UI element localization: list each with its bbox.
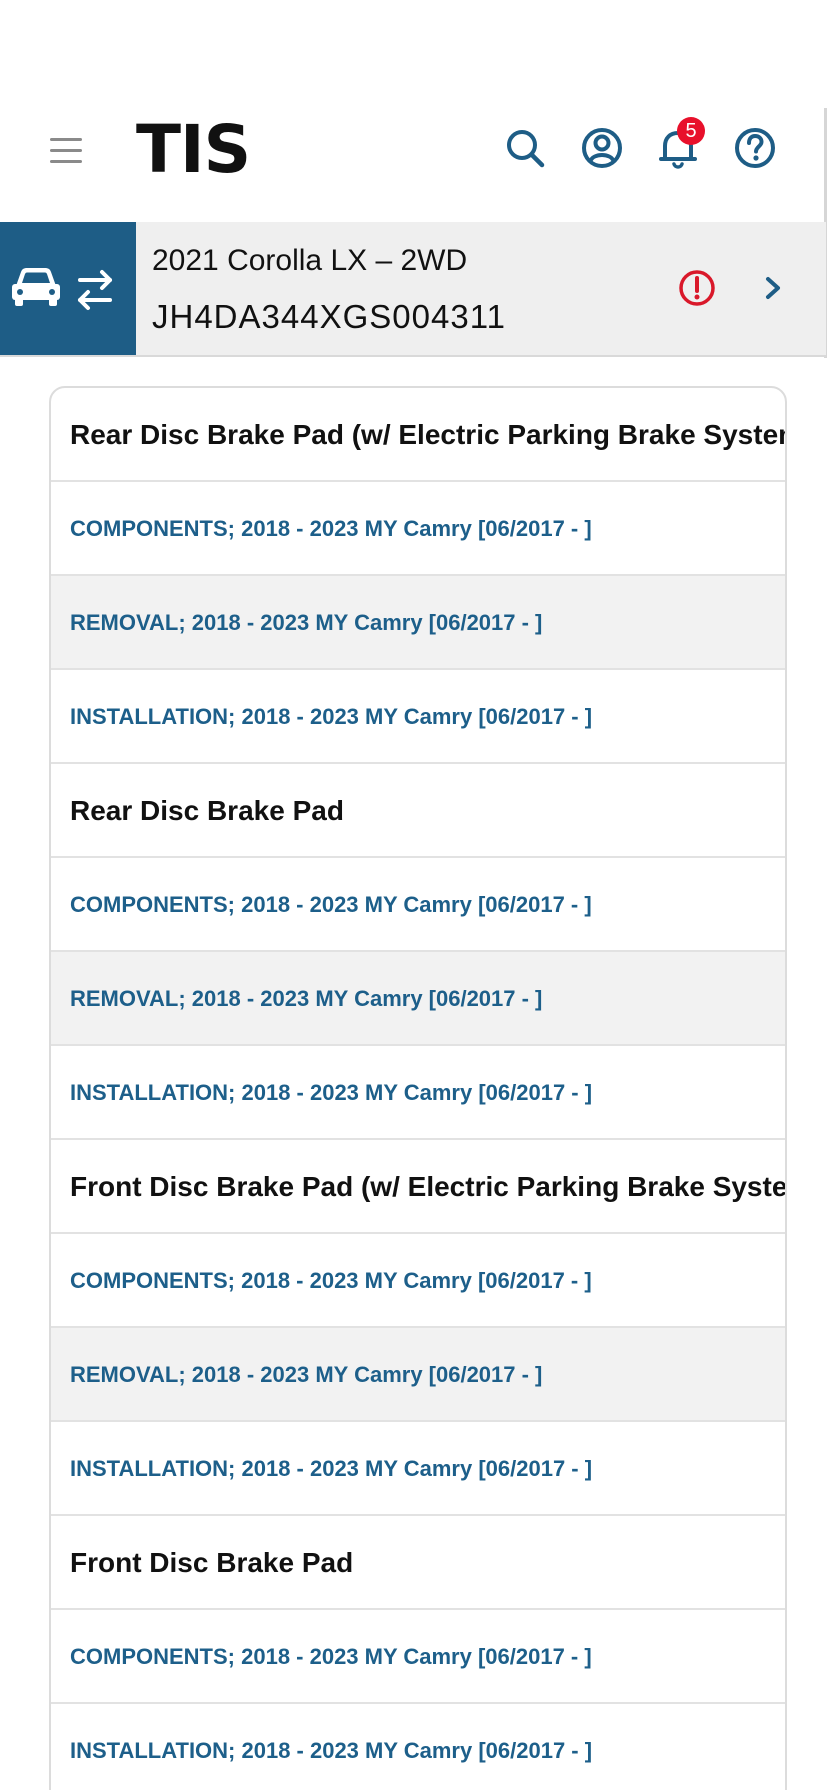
procedure-link[interactable]: INSTALLATION; 2018 - 2023 MY Camry [06/2… bbox=[51, 1422, 785, 1516]
procedure-link[interactable]: INSTALLATION; 2018 - 2023 MY Camry [06/2… bbox=[51, 1704, 785, 1790]
app-logo: TIS bbox=[136, 111, 251, 188]
notification-count-badge: 5 bbox=[677, 117, 705, 145]
vehicle-vin: JH4DA344XGS004311 bbox=[152, 298, 506, 335]
alert-icon[interactable] bbox=[678, 269, 716, 307]
section-heading: Rear Disc Brake Pad (w/ Electric Parking… bbox=[51, 388, 785, 482]
section-heading: Rear Disc Brake Pad bbox=[51, 764, 785, 858]
hamburger-menu-icon[interactable] bbox=[50, 138, 82, 164]
procedure-link[interactable]: COMPONENTS; 2018 - 2023 MY Camry [06/201… bbox=[51, 1234, 785, 1328]
vehicle-switch-button[interactable] bbox=[0, 222, 136, 355]
section-heading: Front Disc Brake Pad bbox=[51, 1516, 785, 1610]
procedure-link[interactable]: COMPONENTS; 2018 - 2023 MY Camry [06/201… bbox=[51, 858, 785, 952]
help-icon[interactable] bbox=[733, 126, 777, 170]
procedure-link[interactable]: COMPONENTS; 2018 - 2023 MY Camry [06/201… bbox=[51, 1610, 785, 1704]
procedure-link[interactable]: REMOVAL; 2018 - 2023 MY Camry [06/2017 -… bbox=[51, 1328, 785, 1422]
chevron-right-icon[interactable] bbox=[761, 274, 785, 302]
procedure-link[interactable]: REMOVAL; 2018 - 2023 MY Camry [06/2017 -… bbox=[51, 576, 785, 670]
top-navigation-bar bbox=[0, 100, 826, 220]
procedure-link[interactable]: REMOVAL; 2018 - 2023 MY Camry [06/2017 -… bbox=[51, 952, 785, 1046]
vehicle-selector-bar[interactable]: 2021 Corolla LX – 2WD JH4DA344XGS004311 bbox=[0, 222, 826, 357]
account-icon[interactable] bbox=[580, 126, 624, 170]
search-icon[interactable] bbox=[503, 126, 547, 170]
vehicle-name: 2021 Corolla LX – 2WD bbox=[152, 244, 468, 277]
app-screen: TIS 5 2021 Corolla LX – 2WD JH4DA344XGS0… bbox=[0, 0, 831, 1790]
car-swap-icon bbox=[12, 268, 112, 310]
section-heading: Front Disc Brake Pad (w/ Electric Parkin… bbox=[51, 1140, 785, 1234]
procedure-link[interactable]: COMPONENTS; 2018 - 2023 MY Camry [06/201… bbox=[51, 482, 785, 576]
procedure-list-card: Rear Disc Brake Pad (w/ Electric Parking… bbox=[49, 386, 787, 1790]
procedure-link[interactable]: INSTALLATION; 2018 - 2023 MY Camry [06/2… bbox=[51, 1046, 785, 1140]
procedure-link[interactable]: INSTALLATION; 2018 - 2023 MY Camry [06/2… bbox=[51, 670, 785, 764]
